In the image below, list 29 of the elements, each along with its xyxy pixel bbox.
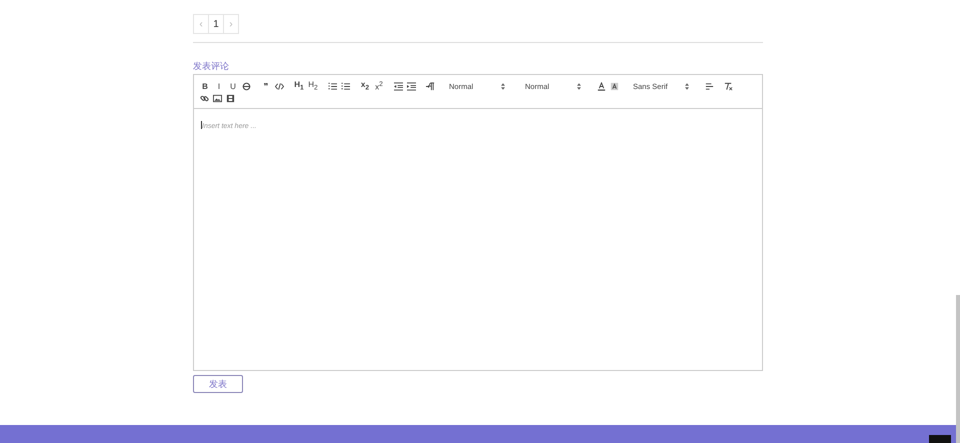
clear-format-icon[interactable]: [724, 82, 733, 90]
numbered-list-icon[interactable]: [328, 82, 337, 90]
page-button[interactable]: 1: [208, 14, 224, 34]
image-icon[interactable]: [213, 94, 222, 102]
format-button[interactable]: U: [228, 80, 238, 92]
format-button[interactable]: B: [200, 80, 210, 92]
format-button[interactable]: x$^{2}$: [374, 80, 384, 92]
outdent-icon[interactable]: [394, 82, 403, 90]
highlight-color-icon[interactable]: [610, 82, 619, 90]
text-direction-icon[interactable]: [426, 82, 435, 90]
text-color-icon[interactable]: [597, 82, 606, 90]
dropdown-arrow-icon: [685, 82, 689, 90]
format-button[interactable]: ❞: [261, 80, 271, 92]
bullet-list-icon[interactable]: [341, 82, 350, 90]
dropdown-arrow-icon: [577, 82, 581, 90]
code-icon[interactable]: [275, 82, 284, 90]
submit-button[interactable]: 发表: [193, 375, 243, 393]
strikethrough-icon[interactable]: [242, 82, 251, 90]
align-icon[interactable]: [705, 82, 714, 90]
dropdown-arrow-icon: [501, 82, 505, 90]
section-heading: 发表评论: [193, 60, 230, 73]
video-icon[interactable]: [226, 94, 235, 102]
format-button[interactable]: I: [214, 80, 224, 92]
scrollbar-thumb[interactable]: [956, 295, 960, 443]
format-button[interactable]: x$_{2}$: [360, 80, 370, 92]
format-button[interactable]: H$_{1}$: [294, 80, 304, 92]
format-button[interactable]: H$_{2}$: [308, 80, 318, 92]
indent-icon[interactable]: [407, 82, 416, 90]
link-icon[interactable]: [200, 94, 209, 102]
